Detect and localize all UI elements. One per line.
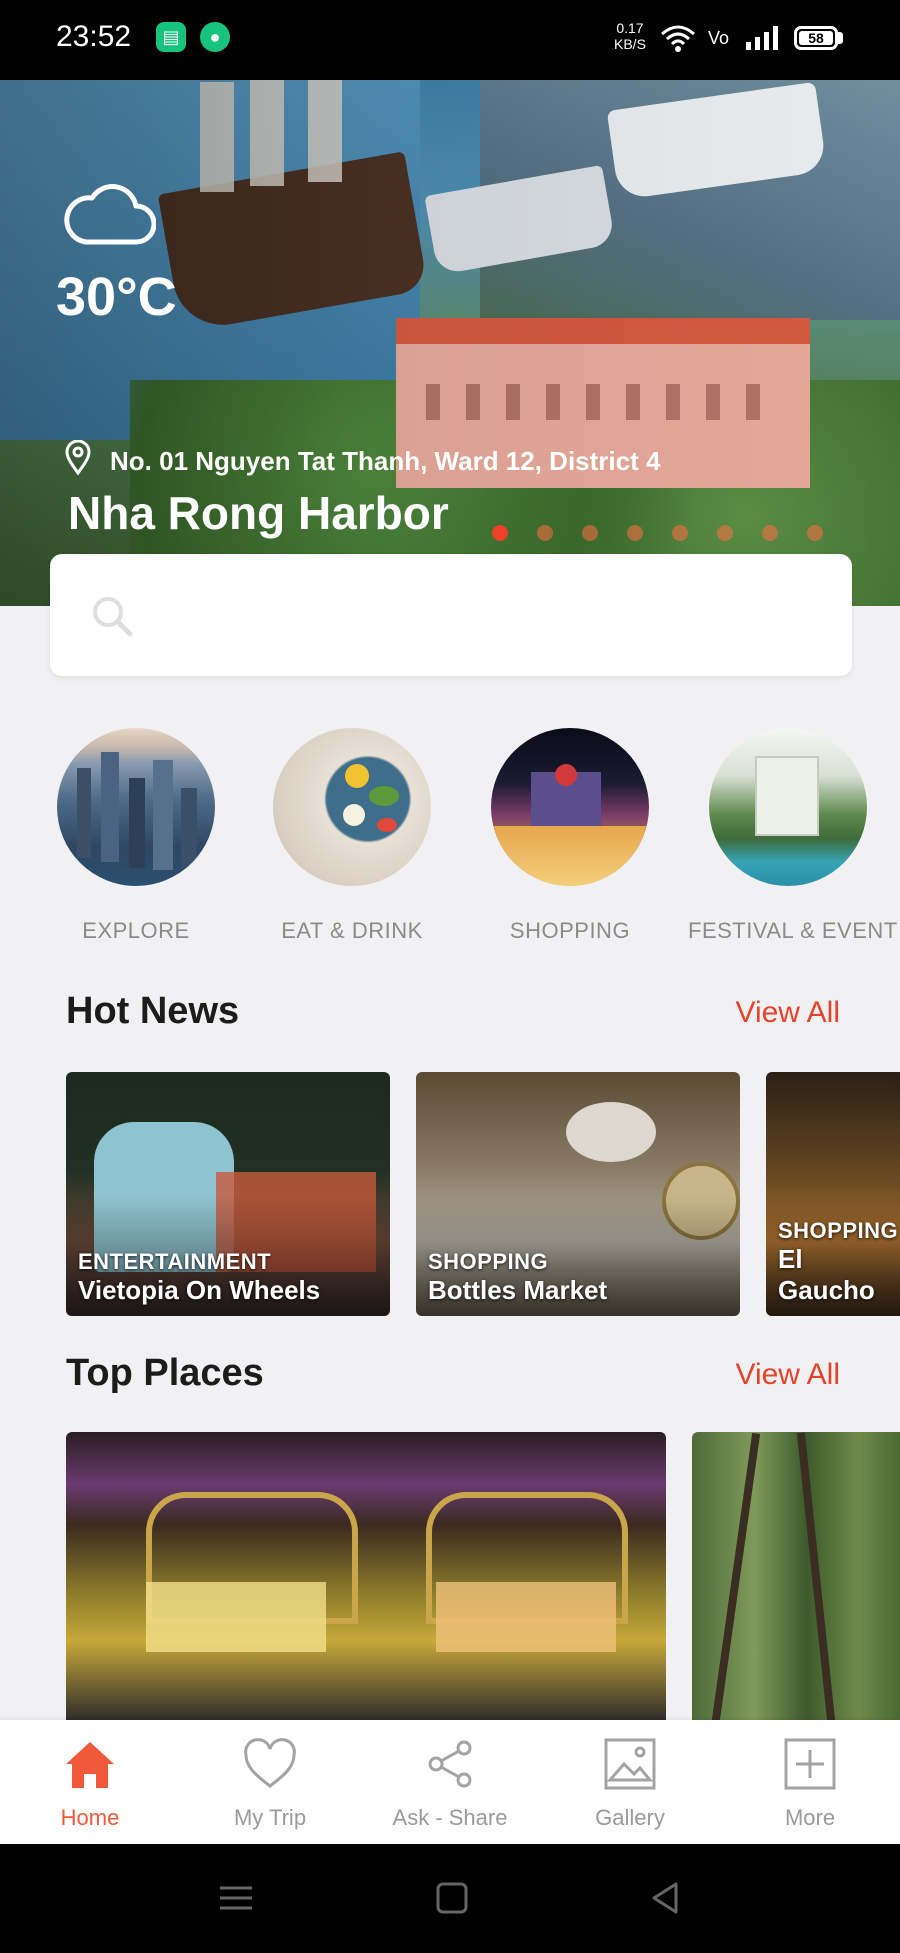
- search-icon: [93, 597, 133, 637]
- nav-label: More: [784, 1805, 836, 1830]
- notification-app-icon: ▤: [156, 22, 186, 52]
- cloud-icon: [64, 184, 156, 245]
- nav-label: Home: [60, 1805, 120, 1830]
- hot-news-title: Hot News: [66, 990, 240, 1032]
- menu-icon[interactable]: [218, 1880, 254, 1916]
- top-places-title: Top Places: [66, 1352, 264, 1394]
- news-card-image-detail: [566, 1102, 656, 1162]
- back-icon[interactable]: [648, 1880, 684, 1916]
- status-bar: 23:52 ▤ ● 0.17 KB/S Vo 58: [0, 0, 900, 80]
- nav-label: Ask - Share: [392, 1805, 508, 1830]
- hot-news-view-all-button[interactable]: View All: [735, 996, 840, 1030]
- plus-square-icon: [784, 1738, 836, 1790]
- category-eat-drink[interactable]: EAT & DRINK: [252, 728, 452, 944]
- top-places-view-all-button[interactable]: View All: [735, 1358, 840, 1392]
- place-card[interactable]: [66, 1432, 666, 1722]
- place-card-image-detail: [146, 1582, 326, 1652]
- category-label: FESTIVAL & EVENT: [688, 918, 898, 943]
- category-festival-event-image: [709, 728, 867, 886]
- news-card-category: SHOPPING: [428, 1249, 549, 1274]
- chat-notification-icon: ●: [200, 22, 230, 52]
- network-speed-value: 0.17: [616, 20, 644, 36]
- network-speed: 0.17 KB/S: [614, 20, 646, 52]
- volte-icon: Vo: [708, 28, 729, 48]
- bottom-navigation: Home My Trip Ask - Share Gallery More: [0, 1720, 900, 1844]
- carousel-dot[interactable]: [627, 525, 643, 541]
- news-card-name: El Gaucho: [778, 1244, 875, 1305]
- category-explore[interactable]: EXPLORE: [36, 728, 236, 944]
- category-label: EXPLORE: [82, 918, 190, 943]
- news-card-name: Vietopia On Wheels: [78, 1275, 321, 1305]
- category-label: EAT & DRINK: [281, 918, 423, 943]
- carousel-dot[interactable]: [717, 525, 733, 541]
- nav-my-trip[interactable]: My Trip: [180, 1734, 360, 1831]
- news-card-category: SHOPPING: [778, 1218, 899, 1243]
- carousel-indicator: [492, 525, 852, 541]
- category-shopping[interactable]: SHOPPING: [470, 728, 670, 944]
- category-shopping-image: [491, 728, 649, 886]
- carousel-dot[interactable]: [492, 525, 508, 541]
- share-icon: [428, 1740, 472, 1788]
- search-input[interactable]: [154, 584, 818, 646]
- signal-icon: [746, 26, 778, 50]
- carousel-dot[interactable]: [762, 525, 778, 541]
- place-card[interactable]: [692, 1432, 900, 1722]
- battery-tip: [838, 32, 843, 44]
- wifi-icon: [661, 25, 695, 52]
- battery-indicator: 58: [794, 26, 838, 50]
- category-explore-image: [57, 728, 215, 886]
- nav-label: My Trip: [233, 1805, 307, 1830]
- search-bar[interactable]: [50, 554, 852, 676]
- network-speed-unit: KB/S: [614, 36, 646, 52]
- svg-text:Vo: Vo: [708, 28, 729, 48]
- status-time: 23:52: [56, 20, 132, 53]
- heart-icon: [244, 1738, 296, 1788]
- carousel-dot[interactable]: [537, 525, 553, 541]
- category-eat-drink-image: [273, 728, 431, 886]
- nav-home[interactable]: Home: [0, 1734, 180, 1831]
- news-card[interactable]: ENTERTAINMENT Vietopia On Wheels: [66, 1072, 390, 1316]
- place-card-image-detail: [436, 1582, 616, 1652]
- home-icon: [66, 1742, 114, 1788]
- nav-more[interactable]: More: [720, 1734, 900, 1831]
- news-card[interactable]: SHOPPING El Gaucho: [766, 1072, 900, 1316]
- system-navigation-bar: [0, 1844, 900, 1953]
- image-icon: [604, 1738, 656, 1790]
- category-label: SHOPPING: [509, 918, 631, 943]
- hero-place-title[interactable]: Nha Rong Harbor: [68, 486, 449, 540]
- carousel-dot[interactable]: [582, 525, 598, 541]
- category-festival-event[interactable]: FESTIVAL & EVENT: [688, 728, 898, 944]
- battery-level: 58: [808, 30, 824, 46]
- location-pin-icon: [65, 440, 91, 476]
- news-card-category: ENTERTAINMENT: [78, 1249, 272, 1274]
- nav-label: Gallery: [595, 1805, 665, 1830]
- news-card[interactable]: SHOPPING Bottles Market: [416, 1072, 740, 1316]
- nav-gallery[interactable]: Gallery: [540, 1734, 720, 1831]
- temperature: 30°C: [56, 267, 177, 327]
- hero-address: No. 01 Nguyen Tat Thanh, Ward 12, Distri…: [110, 446, 661, 476]
- news-card-name: Bottles Market: [428, 1275, 608, 1305]
- carousel-dot[interactable]: [807, 525, 823, 541]
- home-square-icon[interactable]: [434, 1880, 470, 1916]
- nav-ask-share[interactable]: Ask - Share: [360, 1734, 540, 1831]
- carousel-dot[interactable]: [672, 525, 688, 541]
